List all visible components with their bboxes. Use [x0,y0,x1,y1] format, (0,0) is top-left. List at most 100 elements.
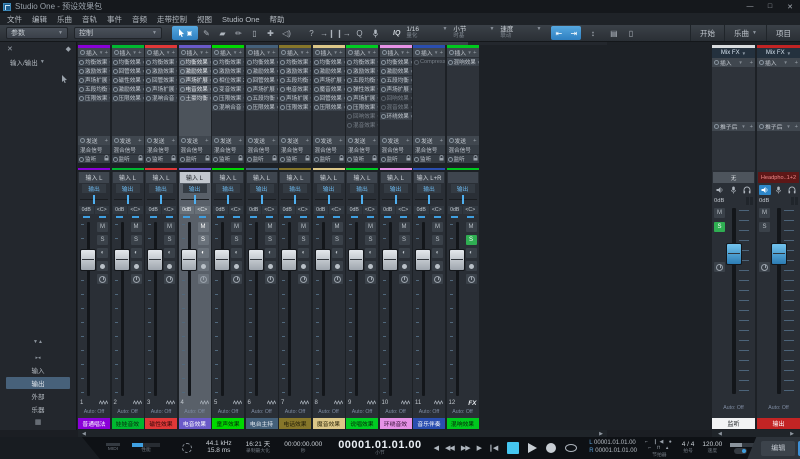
pan-control[interactable] [315,195,343,204]
fast-forward-button[interactable]: ▶▶ [461,444,470,452]
record-arm-button[interactable] [198,261,209,271]
add-insert-icon[interactable]: + [205,50,208,56]
insert-slot[interactable]: 混响合音▼ [212,102,244,111]
tempo-link-dropdown[interactable]: 速度▼ 联动 [498,26,543,41]
pan-value[interactable]: <C> [329,206,344,214]
mute-button[interactable]: M [332,222,343,232]
insert-header[interactable]: 插入▼+ [313,48,345,57]
add-insert-icon[interactable]: + [105,50,108,56]
add-insert-icon[interactable]: + [172,50,175,56]
input-route[interactable]: 输入 L+R [414,172,444,183]
mute-button[interactable]: M [198,222,209,232]
mute-button[interactable]: M [759,208,770,218]
automation-mode[interactable]: Auto: Off [346,409,378,417]
solo-button[interactable]: S [714,222,725,232]
power-icon[interactable] [314,69,319,74]
power-icon[interactable] [280,105,285,110]
power-icon[interactable] [79,69,84,74]
channel-fader[interactable] [214,220,230,398]
power-icon[interactable] [213,60,218,65]
gain-value[interactable]: 0dB [180,206,195,214]
cue-send-slot[interactable]: 监听 [112,154,144,163]
lock-icon[interactable] [439,155,444,163]
monitor-toggle[interactable] [734,448,747,454]
insert-slot[interactable]: 均衡效果▼ [212,57,244,66]
output-route[interactable]: 输出 [82,184,106,193]
input-route[interactable]: 输入 L [79,172,109,183]
power-icon[interactable] [113,96,118,101]
mono-button[interactable]: ◐ [399,248,410,258]
sidebar-tab-外部[interactable]: 外部 [6,390,70,402]
power-icon[interactable] [180,78,185,83]
insert-slot[interactable]: 回管效果▼ [145,75,177,84]
channel-fader[interactable] [415,220,431,398]
record-arm-button[interactable] [432,261,443,271]
input-gain-knob[interactable] [759,262,770,272]
automation-mode[interactable]: Auto: Off [145,409,177,417]
input-gain-knob[interactable] [432,274,443,284]
automation-mode[interactable]: Auto: Off [78,409,110,417]
fader-handle[interactable] [383,250,397,270]
power-icon[interactable] [79,87,84,92]
power-icon[interactable] [79,78,84,83]
menu-item-3[interactable]: 乐曲 [52,13,77,25]
power-icon[interactable] [180,69,185,74]
power-icon[interactable] [347,78,352,83]
add-insert-icon[interactable]: + [795,60,798,66]
record-arm-button[interactable] [399,261,410,271]
power-icon[interactable] [381,105,386,110]
pan-value[interactable]: <C> [229,206,244,214]
power-icon[interactable] [213,87,218,92]
insert-slot[interactable]: 五段均衡▼ [346,75,378,84]
power-icon[interactable] [347,69,352,74]
add-send-icon[interactable]: + [373,138,376,144]
insert-slot[interactable]: 混响效果▼ [447,57,479,66]
output-route[interactable]: 输出 [216,184,240,193]
pan-control[interactable] [449,195,477,204]
add-insert-icon[interactable]: + [373,50,376,56]
power-icon[interactable] [79,96,84,101]
power-icon[interactable] [414,157,419,162]
add-send-icon[interactable]: + [138,138,141,144]
input-route[interactable]: 输入 L [347,172,377,183]
io-dropdown[interactable]: 输入/输出▼ [0,53,76,67]
power-icon[interactable] [347,123,352,128]
send-header[interactable]: 发送+ [279,136,311,145]
power-icon[interactable] [347,96,352,101]
add-insert-icon[interactable]: + [239,50,242,56]
loop-range-display[interactable]: L 00001.01.01.00 R 00001.01.01.00 [589,440,637,456]
add-send-icon[interactable]: + [172,138,175,144]
send-slot[interactable]: 混合信号 [145,145,177,154]
gain-value[interactable]: 0dB [146,206,161,214]
output-route[interactable]: 输出 [116,184,140,193]
scroll-left-icon[interactable]: ◀ [718,431,722,437]
pan-value[interactable]: <C> [195,206,210,214]
record-button[interactable] [546,443,556,453]
insert-slot[interactable]: 相位效果 3▼ [212,75,244,84]
channel-name-label[interactable]: 娃娃音效 [112,418,144,429]
record-arm-button[interactable] [164,261,175,271]
send-header[interactable]: 发送+ [346,136,378,145]
solo-button[interactable]: S [265,235,276,245]
channel-fader[interactable] [181,220,197,398]
eraser-tool[interactable]: ▰ [215,26,230,40]
insert-slot[interactable]: 混音效果▼ [380,102,412,111]
sidebar-tab-输出[interactable]: 输出 [6,377,70,389]
power-icon[interactable] [414,60,419,65]
cue-send-slot[interactable]: 监听 [179,154,211,163]
talkback-icon[interactable] [728,185,740,195]
insert-slot[interactable]: 激励效果▼ [179,66,211,75]
cue-send-slot[interactable]: 监听 [246,154,278,163]
lock-icon[interactable] [238,155,243,163]
mute-button[interactable]: M [231,222,242,232]
power-icon[interactable] [79,60,84,65]
rewind-button[interactable]: ◀◀ [445,444,454,452]
insert-slot[interactable]: 声场扩展▼ [279,93,311,102]
insert-slot[interactable]: 压限效果▼ [346,102,378,111]
pan-control[interactable] [80,195,108,204]
fader-handle[interactable] [215,250,229,270]
punch-in-icon[interactable]: →❙ [320,26,335,40]
channel-name-label[interactable]: 魔音效果 [313,418,345,429]
postfader-header[interactable]: 推子后▼+ [757,122,800,131]
send-header[interactable]: 发送+ [78,136,110,145]
